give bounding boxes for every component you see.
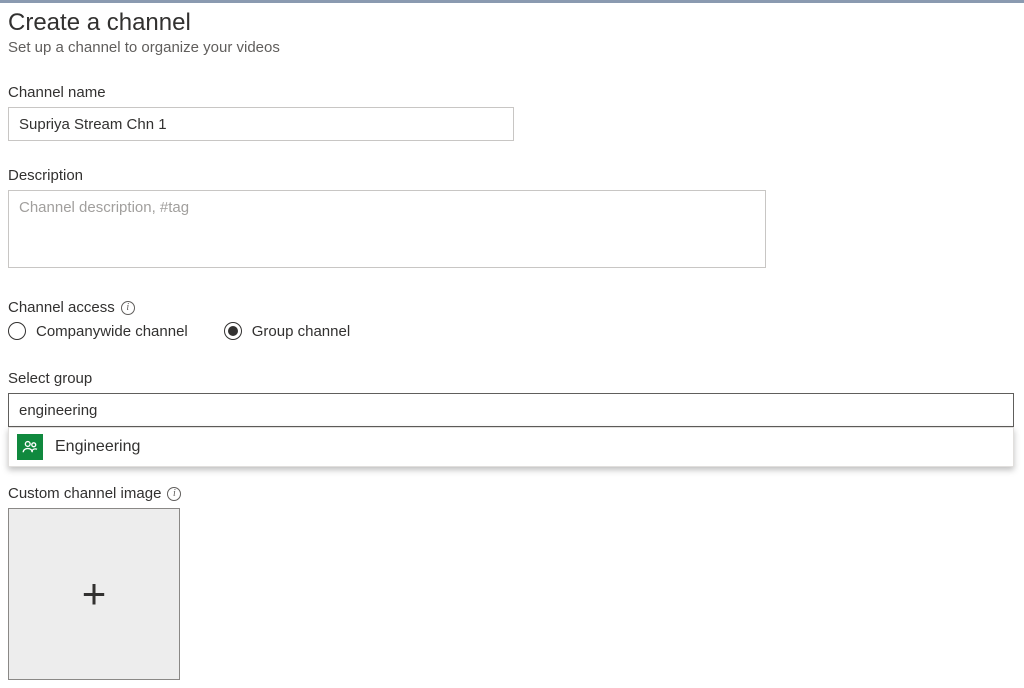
radio-circle-icon [224,322,242,340]
channel-access-label: Channel access i [8,299,1016,316]
channel-name-label: Channel name [8,84,1016,101]
radio-companywide[interactable]: Companywide channel [8,322,188,340]
info-icon[interactable]: i [121,301,135,315]
image-upload-button[interactable]: + [8,508,180,680]
group-suggestion-text: Engineering [55,438,140,456]
description-label: Description [8,167,1016,184]
info-icon[interactable]: i [167,487,181,501]
group-dropdown: Engineering [8,427,1014,467]
page-subtitle: Set up a channel to organize your videos [8,39,1016,56]
channel-name-input[interactable] [8,107,514,141]
plus-icon: + [82,573,107,615]
radio-group-label: Group channel [252,323,350,340]
select-group-label: Select group [8,370,1016,387]
radio-group[interactable]: Group channel [224,322,350,340]
radio-companywide-label: Companywide channel [36,323,188,340]
group-suggestion-item[interactable]: Engineering [9,428,1013,466]
description-input[interactable] [8,190,766,268]
page-title: Create a channel [8,9,1016,37]
radio-circle-icon [8,322,26,340]
group-icon [17,434,43,460]
radio-dot-icon [228,326,238,336]
custom-image-label: Custom channel image i [8,485,1016,502]
select-group-input[interactable] [8,393,1014,427]
